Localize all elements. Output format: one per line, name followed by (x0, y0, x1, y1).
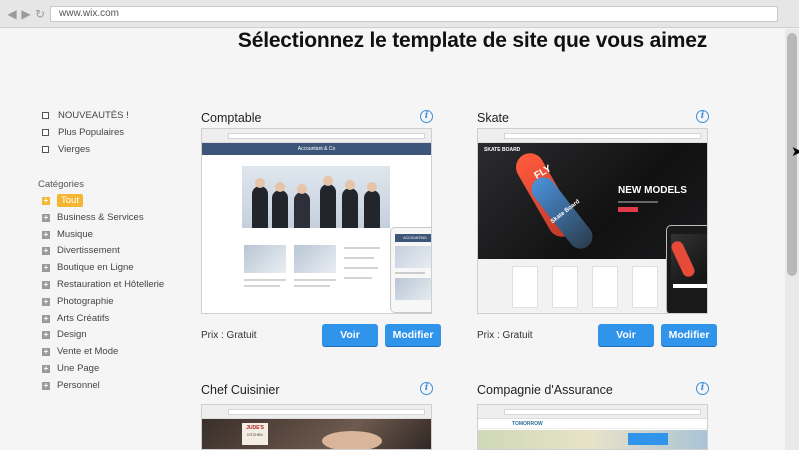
category-label: Photographie (57, 295, 114, 307)
template-preview[interactable]: JUDE'S KITCHEN (201, 404, 432, 450)
template-name: Skate (477, 111, 509, 125)
browser-toolbar: ◀ ▶ ↻ www.wix.com (0, 0, 799, 28)
category-label: Arts Créatifs (57, 312, 110, 324)
page-scrollbar[interactable] (785, 29, 799, 450)
preview-sub: KITCHEN (247, 433, 263, 437)
view-button[interactable]: Voir (598, 324, 654, 346)
edit-button[interactable]: Modifier (385, 324, 441, 346)
template-preview[interactable]: SKATE BOARD FLY Skate Board NEW MODELS (477, 128, 708, 314)
plus-icon: + (42, 196, 50, 205)
info-icon[interactable]: i (696, 110, 709, 123)
category-label: Vente et Mode (57, 346, 119, 358)
plus-icon: + (42, 347, 50, 357)
filter-label: Vierges (58, 144, 91, 155)
plus-icon: + (42, 330, 50, 340)
filter-popular[interactable]: Plus Populaires (38, 125, 188, 142)
preview-brand: TOMORROW (512, 421, 543, 427)
category-photography[interactable]: + Photographie (38, 294, 188, 311)
checkbox-icon[interactable] (42, 146, 49, 153)
category-label: Design (57, 329, 87, 341)
category-label: Musique (57, 228, 93, 240)
template-name: Compagnie d'Assurance (477, 383, 613, 397)
checkbox-icon[interactable] (42, 112, 49, 119)
mouse-cursor-icon: ➤ (791, 143, 799, 159)
categories-heading: Catégories (38, 179, 84, 190)
category-fashion[interactable]: + Vente et Mode (38, 344, 188, 361)
preview-browser-bar (202, 129, 431, 143)
filter-label: Plus Populaires (58, 127, 125, 138)
preview-browser-bar (202, 405, 431, 419)
plus-icon: + (42, 380, 50, 390)
preview-brand: JUDE'S (246, 425, 264, 431)
category-entertainment[interactable]: + Divertissement (38, 243, 188, 260)
category-all[interactable]: + Tout (38, 193, 188, 210)
checkbox-icon[interactable] (42, 129, 49, 136)
category-creative-arts[interactable]: + Arts Créatifs (38, 311, 188, 328)
sidebar: NOUVEAUTÉS ! Plus Populaires Vierges Cat… (38, 108, 188, 395)
info-icon[interactable]: i (696, 382, 709, 395)
preview-header: Accountant & Co (202, 143, 431, 155)
plus-icon: + (42, 279, 50, 289)
filter-label: NOUVEAUTÉS ! (58, 110, 129, 121)
address-bar[interactable]: www.wix.com (50, 6, 778, 22)
page-title: Sélectionnez le template de site que vou… (237, 29, 707, 52)
preview-brand: SKATE BOARD (484, 147, 521, 153)
category-online-store[interactable]: + Boutique en Ligne (38, 260, 188, 277)
category-label: Tout (57, 194, 83, 207)
template-name: Chef Cuisinier (201, 383, 280, 397)
category-music[interactable]: + Musique (38, 227, 188, 244)
filter-blank[interactable]: Vierges (38, 142, 188, 159)
category-label: Divertissement (57, 245, 120, 257)
info-icon[interactable]: i (420, 110, 433, 123)
category-restaurant[interactable]: + Restauration et Hôtellerie (38, 277, 188, 294)
category-label: Business & Services (57, 211, 144, 223)
category-label: Une Page (57, 362, 100, 374)
filter-new[interactable]: NOUVEAUTÉS ! (38, 108, 188, 125)
category-label: Personnel (57, 379, 100, 391)
preview-mobile-frame (666, 225, 707, 313)
back-icon[interactable]: ◀ (6, 7, 18, 21)
template-preview[interactable]: TOMORROW (477, 404, 708, 450)
plus-icon: + (42, 363, 50, 373)
preview-header-title: Accountant & Co (297, 146, 336, 152)
preview-browser-bar (478, 405, 707, 419)
plus-icon: + (42, 212, 50, 222)
category-business[interactable]: + Business & Services (38, 210, 188, 227)
template-price: Prix : Gratuit (201, 330, 257, 341)
reload-icon[interactable]: ↻ (34, 7, 46, 21)
category-design[interactable]: + Design (38, 327, 188, 344)
plus-icon: + (42, 263, 50, 273)
plus-icon: + (42, 313, 50, 323)
category-one-page[interactable]: + Une Page (38, 361, 188, 378)
category-personal[interactable]: + Personnel (38, 378, 188, 395)
view-button[interactable]: Voir (322, 324, 378, 346)
plus-icon: + (42, 296, 50, 306)
info-icon[interactable]: i (420, 382, 433, 395)
plus-icon: + (42, 229, 50, 239)
preview-headline: NEW MODELS (618, 185, 687, 196)
preview-hero-photo (242, 166, 390, 228)
category-label: Boutique en Ligne (57, 262, 134, 274)
preview-mobile-frame: ACCOUNTING (390, 227, 431, 313)
preview-browser-bar (478, 129, 707, 143)
forward-icon[interactable]: ▶ (20, 7, 32, 21)
template-price: Prix : Gratuit (477, 330, 533, 341)
category-label: Restauration et Hôtellerie (57, 278, 165, 290)
template-name: Comptable (201, 111, 262, 125)
edit-button[interactable]: Modifier (661, 324, 717, 346)
template-preview[interactable]: Accountant & Co ACCOUNTING (201, 128, 432, 314)
plus-icon: + (42, 246, 50, 256)
